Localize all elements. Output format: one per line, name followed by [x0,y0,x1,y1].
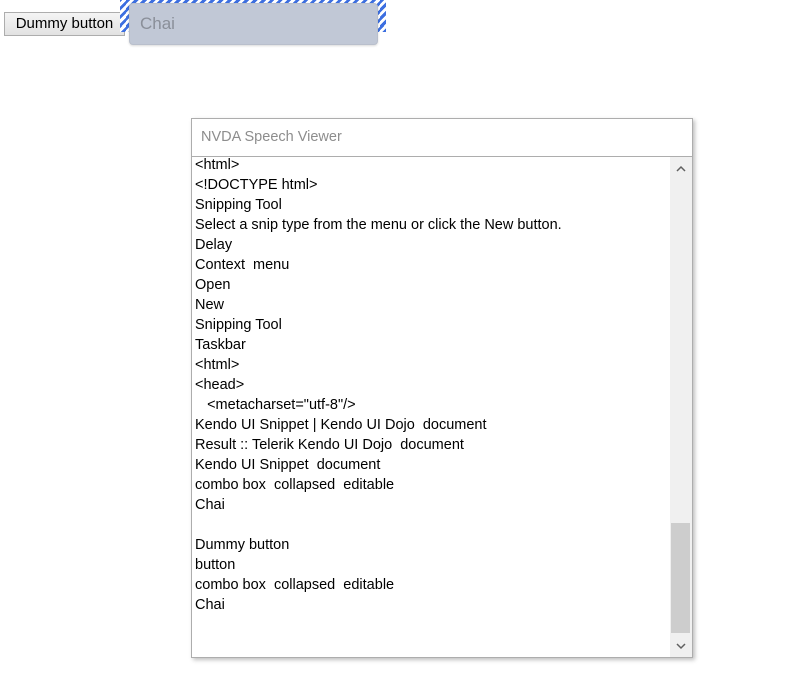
window-title: NVDA Speech Viewer [201,129,342,145]
speech-line: <!DOCTYPE html> [195,177,318,193]
combo-input[interactable] [140,14,340,34]
speech-line: Snipping Tool [195,197,282,213]
nvda-speech-viewer-window: NVDA Speech Viewer <html> <!DOCTYPE html>… [191,118,693,658]
speech-line: Kendo UI Snippet | Kendo UI Dojo documen… [195,417,487,433]
scroll-up-button[interactable] [670,157,692,179]
speech-lines: <html> <!DOCTYPE html> Snipping Tool Select… [195,157,665,617]
speech-line [195,515,665,535]
speech-line: New [195,297,225,313]
speech-line: <head> [195,377,245,393]
speech-line: combo box collapsed editable [195,577,395,593]
speech-line: Chai [195,497,225,513]
speech-line: Context menu [195,257,290,273]
speech-line: combo box collapsed editable [195,477,395,493]
speech-line: Chai [195,597,225,613]
chevron-down-icon [676,642,686,649]
vertical-scrollbar[interactable] [670,157,692,657]
speech-line: <metacharset="utf-8"/> [195,397,356,413]
scroll-thumb[interactable] [671,523,690,633]
speech-line: Kendo UI Snippet document [195,457,381,473]
speech-line: <html> [195,357,240,373]
speech-line: <html> [195,157,240,173]
speech-line: button [195,557,236,573]
scroll-down-button[interactable] [670,635,692,657]
chevron-up-icon [676,165,686,172]
speech-line: Result :: Telerik Kendo UI Dojo document [195,437,464,453]
speech-line: Select a snip type from the menu or clic… [195,217,562,233]
speech-line: Snipping Tool [195,317,282,333]
speech-line: Taskbar [195,337,246,353]
dummy-button[interactable]: Dummy button [4,12,125,36]
speech-log[interactable]: <html> <!DOCTYPE html> Snipping Tool Select… [192,156,692,657]
speech-line: Dummy button [195,537,290,553]
combo-box[interactable] [129,3,378,45]
speech-line: Delay [195,237,233,253]
speech-line: Open [195,277,231,293]
